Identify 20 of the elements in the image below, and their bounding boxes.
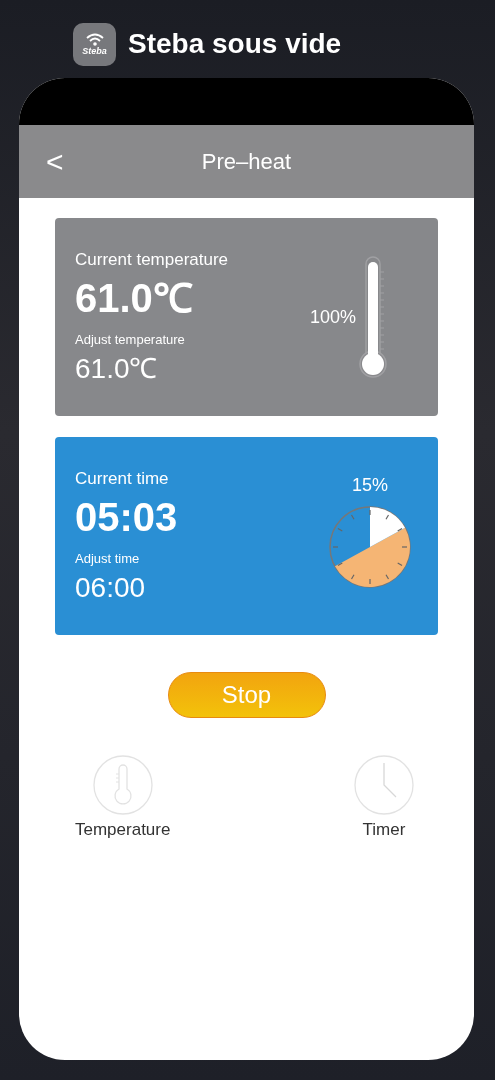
app-name: Steba sous vide — [128, 27, 342, 61]
temperature-value: 61.0℃ — [75, 275, 194, 322]
thermometer-icon[interactable] — [92, 755, 153, 815]
time-percent: 15% — [352, 473, 388, 497]
nav-label[interactable]: Timer — [362, 817, 406, 843]
adjust-time-label: Adjust time — [75, 550, 141, 568]
wifi-icon — [84, 32, 105, 47]
adjust-temperature-label: Adjust temperature — [75, 331, 186, 349]
temperature-percent: 100% — [309, 305, 356, 329]
app-card[interactable]: < Pre–heat Current temperature 61.0℃ Adjust temperature 61.0℃ 100% Current time 05:03 Adjust time 06:00 15% Stop Temperature Timer — [19, 78, 474, 1060]
logo-text: Steba — [82, 47, 107, 56]
temperature-label: Current temperature — [75, 248, 230, 271]
clock-icon[interactable] — [354, 755, 414, 815]
timer-pie-icon — [328, 504, 412, 589]
page-title: Pre–heat — [201, 148, 292, 176]
time-value: 05:03 — [75, 494, 179, 541]
time-label: Current time — [75, 467, 170, 490]
nav-label[interactable]: Temperature — [75, 817, 171, 843]
adjust-temperature-value: 61.0℃ — [75, 351, 159, 386]
adjust-time-value: 06:00 — [75, 570, 147, 605]
